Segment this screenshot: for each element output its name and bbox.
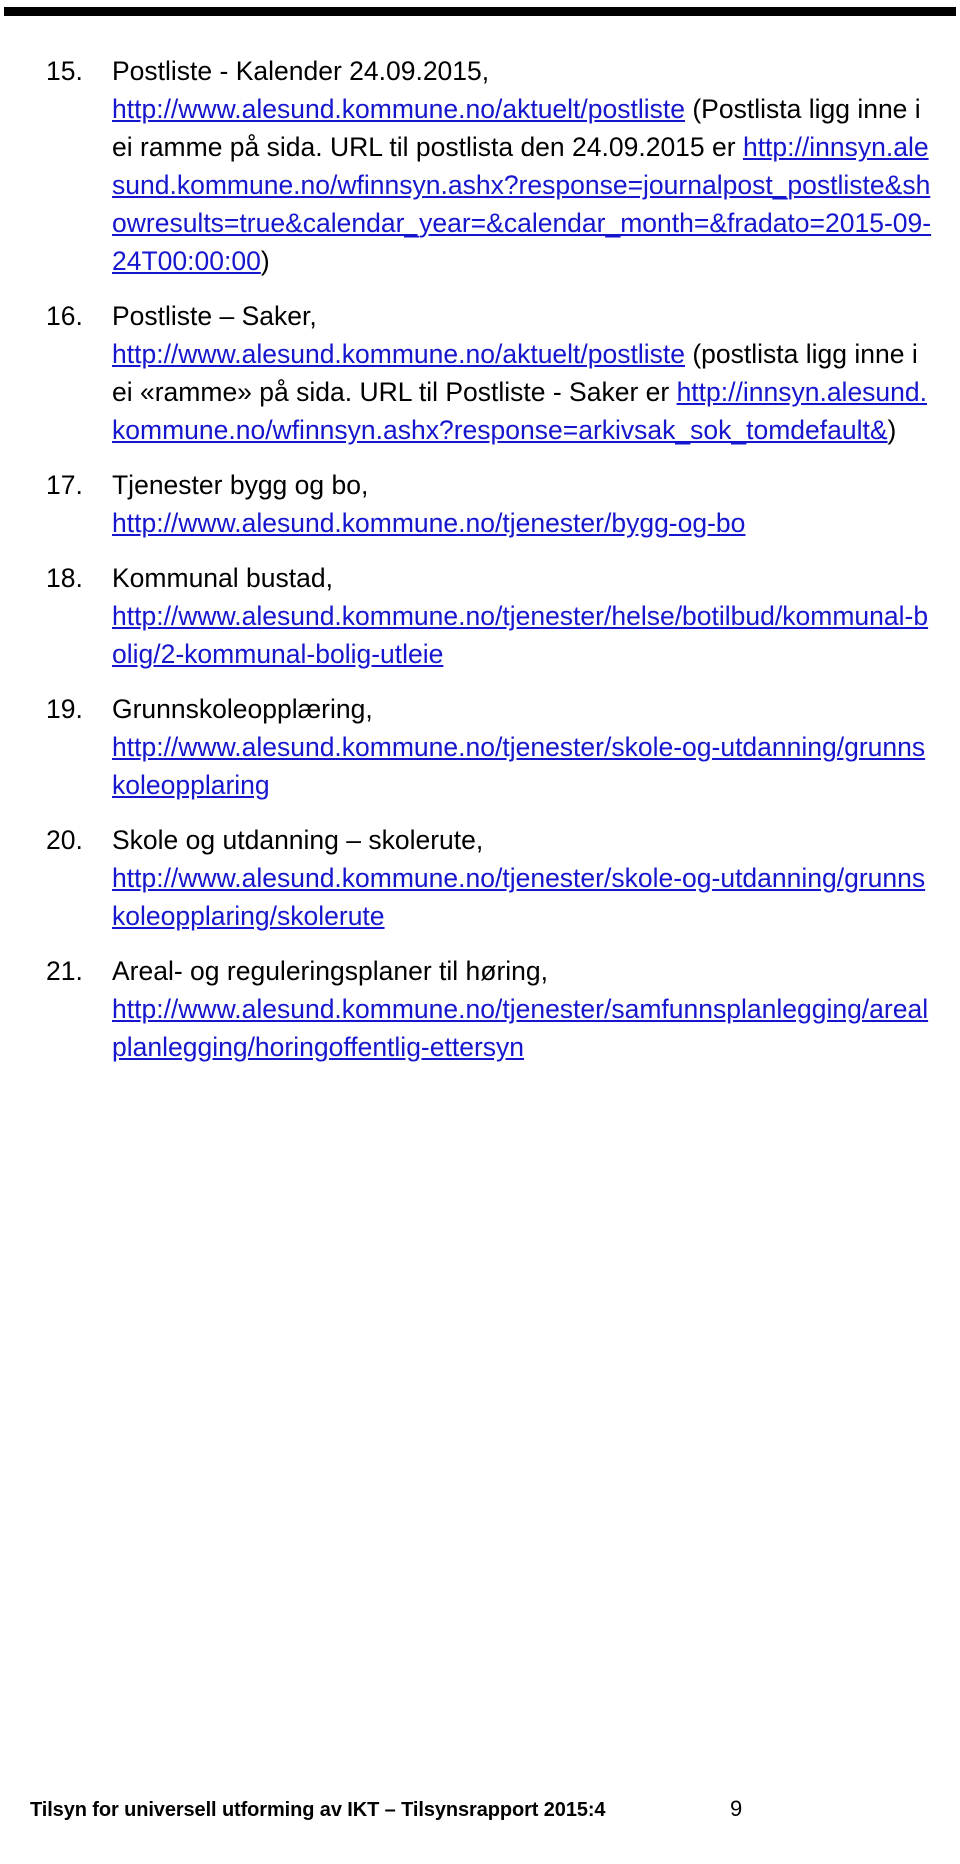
reference-link[interactable]: http://www.alesund.kommune.no/tjenester/… <box>112 994 928 1062</box>
list-item: 19. Grunnskoleopplæring, http://www.alesun… <box>46 690 936 804</box>
reference-link[interactable]: http://www.alesund.kommune.no/tjenester/… <box>112 863 925 931</box>
reference-link[interactable]: http://www.alesund.kommune.no/tjenester/… <box>112 508 745 538</box>
list-item-number: 20. <box>46 825 83 855</box>
document-page: 15. Postliste - Kalender 24.09.2015, http:… <box>0 0 960 1864</box>
reference-link[interactable]: http://www.alesund.kommune.no/aktuelt/po… <box>112 339 685 369</box>
list-item-title: Kommunal bustad, <box>112 563 333 593</box>
list-item: 18. Kommunal bustad, http://www.alesund.ko… <box>46 559 936 673</box>
reference-link[interactable]: http://www.alesund.kommune.no/tjenester/… <box>112 732 925 800</box>
list-item-body: Tjenester bygg og bo, http://www.alesund.… <box>112 466 936 542</box>
list-item-number: 17. <box>46 470 83 500</box>
reference-link[interactable]: http://www.alesund.kommune.no/tjenester/… <box>112 601 928 669</box>
list-item-title: Tjenester bygg og bo, <box>112 470 369 500</box>
list-item-number: 15. <box>46 56 83 86</box>
reference-list: 15. Postliste - Kalender 24.09.2015, http:… <box>46 52 936 1083</box>
list-item-body: Postliste – Saker, http://www.alesund.kom… <box>112 297 936 449</box>
list-item-title: Postliste - Kalender 24.09.2015, <box>112 56 490 86</box>
list-item-body: Areal- og reguleringsplaner til høring, h… <box>112 952 936 1066</box>
footer-title: Tilsyn for universell utforming av IKT –… <box>30 1799 606 1821</box>
page-number: 9 <box>730 1796 743 1821</box>
list-item: 16. Postliste – Saker, http://www.alesund.… <box>46 297 936 449</box>
list-item-title: Areal- og reguleringsplaner til høring, <box>112 956 548 986</box>
list-item: 15. Postliste - Kalender 24.09.2015, http:… <box>46 52 936 280</box>
list-item-body: Skole og utdanning – skolerute, http://ww… <box>112 821 936 935</box>
reference-text: ) <box>260 246 270 276</box>
list-item-number: 19. <box>46 694 83 724</box>
list-item: 17. Tjenester bygg og bo, http://www.alesu… <box>46 466 936 542</box>
list-item-body: Postliste - Kalender 24.09.2015, http://w… <box>112 52 936 280</box>
list-item: 21. Areal- og reguleringsplaner til hørin… <box>46 952 936 1066</box>
reference-link[interactable]: http://www.alesund.kommune.no/aktuelt/po… <box>112 94 685 124</box>
list-item-number: 16. <box>46 301 83 331</box>
list-item-title: Skole og utdanning – skolerute, <box>112 825 484 855</box>
list-item-body: Grunnskoleopplæring, http://www.alesund.k… <box>112 690 936 804</box>
page-edge-bar <box>4 7 956 16</box>
page-footer: Tilsyn for universell utforming av IKT –… <box>30 1796 930 1822</box>
reference-text: ) <box>887 415 897 445</box>
list-item-title: Postliste – Saker, <box>112 301 317 331</box>
list-item-number: 21. <box>46 956 83 986</box>
list-item: 20. Skole og utdanning – skolerute, http:/… <box>46 821 936 935</box>
list-item-title: Grunnskoleopplæring, <box>112 694 373 724</box>
list-item-body: Kommunal bustad, http://www.alesund.kommu… <box>112 559 936 673</box>
list-item-number: 18. <box>46 563 83 593</box>
